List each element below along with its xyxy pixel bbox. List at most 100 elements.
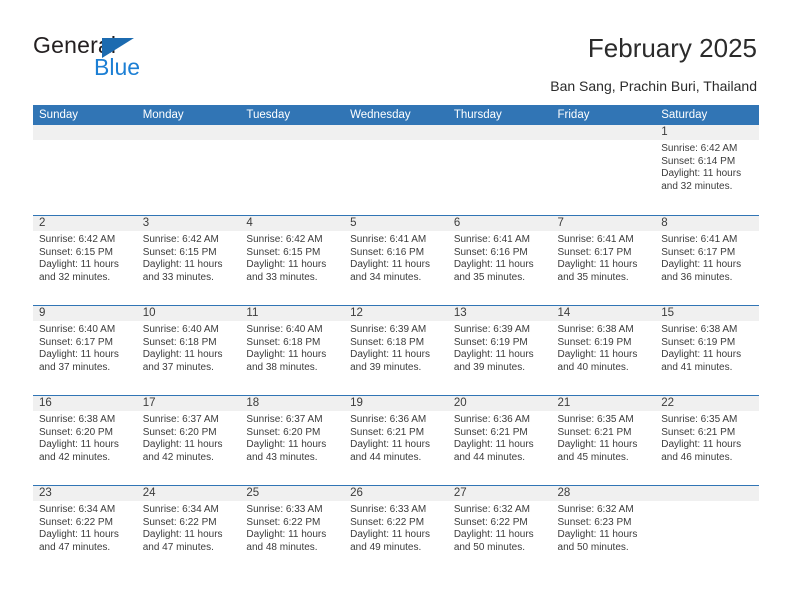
day-cell[interactable]: 26 Sunrise: 6:33 AM Sunset: 6:22 PM Dayl… <box>344 486 448 574</box>
general-blue-logo[interactable]: General Blue <box>33 32 213 80</box>
sunrise-text: Sunrise: 6:42 AM <box>246 234 323 245</box>
sunrise-text: Sunrise: 6:37 AM <box>142 414 219 425</box>
day-cell[interactable]: 3 Sunrise: 6:42 AM Sunset: 6:15 PM Dayli… <box>137 216 241 304</box>
day-number: 12 <box>350 307 363 319</box>
day-cell[interactable] <box>344 125 448 213</box>
day-details: Sunrise: 6:41 AM Sunset: 6:16 PM Dayligh… <box>350 234 448 284</box>
day-number: 8 <box>661 217 668 229</box>
sunrise-text: Sunrise: 6:40 AM <box>142 324 219 335</box>
day-cell[interactable] <box>655 486 759 574</box>
sunrise-text: Sunrise: 6:36 AM <box>350 414 427 425</box>
day-number: 18 <box>246 397 260 409</box>
day-number: 27 <box>453 487 467 499</box>
sunset-text: Sunset: 6:19 PM <box>557 336 632 348</box>
daylight-text: Daylight: 11 hours and 35 minutes. <box>453 259 534 283</box>
sunset-text: Sunset: 6:22 PM <box>142 516 217 528</box>
daylight-text: Daylight: 11 hours and 42 minutes. <box>39 439 119 463</box>
sunrise-text: Sunrise: 6:34 AM <box>142 504 219 515</box>
day-cell[interactable]: 18 Sunrise: 6:37 AM Sunset: 6:20 PM Dayl… <box>240 396 344 484</box>
day-cell[interactable]: 27 Sunrise: 6:32 AM Sunset: 6:22 PM Dayl… <box>448 486 552 574</box>
sunset-text: Sunset: 6:19 PM <box>661 336 736 348</box>
sunrise-text: Sunrise: 6:32 AM <box>557 504 634 515</box>
day-details: Sunrise: 6:32 AM Sunset: 6:22 PM Dayligh… <box>454 504 552 554</box>
sunset-text: Sunset: 6:15 PM <box>142 246 217 258</box>
daylight-text: Daylight: 11 hours and 48 minutes. <box>246 529 327 553</box>
day-cell[interactable]: 13 Sunrise: 6:39 AM Sunset: 6:19 PM Dayl… <box>448 306 552 394</box>
sunset-text: Sunset: 6:22 PM <box>453 516 528 528</box>
sunset-text: Sunset: 6:16 PM <box>350 246 425 258</box>
sunrise-text: Sunrise: 6:33 AM <box>246 504 323 515</box>
day-cell[interactable]: 4 Sunrise: 6:42 AM Sunset: 6:15 PM Dayli… <box>240 216 344 304</box>
day-cell[interactable]: 14 Sunrise: 6:38 AM Sunset: 6:19 PM Dayl… <box>552 306 656 394</box>
day-details: Sunrise: 6:42 AM Sunset: 6:14 PM Dayligh… <box>661 143 759 193</box>
sunrise-text: Sunrise: 6:42 AM <box>142 234 219 245</box>
daylight-text: Daylight: 11 hours and 39 minutes. <box>453 349 534 373</box>
day-cell[interactable]: 15 Sunrise: 6:38 AM Sunset: 6:19 PM Dayl… <box>655 306 759 394</box>
sunset-text: Sunset: 6:18 PM <box>142 336 217 348</box>
sunrise-text: Sunrise: 6:33 AM <box>350 504 427 515</box>
daylight-text: Daylight: 11 hours and 47 minutes. <box>142 529 223 553</box>
sunrise-text: Sunrise: 6:38 AM <box>39 414 116 425</box>
day-cell[interactable]: 19 Sunrise: 6:36 AM Sunset: 6:21 PM Dayl… <box>344 396 448 484</box>
day-number: 23 <box>39 487 52 499</box>
day-details: Sunrise: 6:37 AM Sunset: 6:20 PM Dayligh… <box>246 414 344 464</box>
day-cell[interactable] <box>137 125 241 213</box>
day-cell[interactable]: 22 Sunrise: 6:35 AM Sunset: 6:21 PM Dayl… <box>655 396 759 484</box>
day-cell[interactable]: 24 Sunrise: 6:34 AM Sunset: 6:22 PM Dayl… <box>137 486 241 574</box>
day-cell[interactable]: 9 Sunrise: 6:40 AM Sunset: 6:17 PM Dayli… <box>33 306 137 394</box>
sunset-text: Sunset: 6:22 PM <box>350 516 425 528</box>
daylight-text: Daylight: 11 hours and 47 minutes. <box>39 529 119 553</box>
day-details: Sunrise: 6:41 AM Sunset: 6:17 PM Dayligh… <box>558 234 656 284</box>
day-number: 25 <box>246 487 260 499</box>
daylight-text: Daylight: 11 hours and 40 minutes. <box>557 349 638 373</box>
day-details: Sunrise: 6:33 AM Sunset: 6:22 PM Dayligh… <box>246 504 344 554</box>
day-cell[interactable]: 16 Sunrise: 6:38 AM Sunset: 6:20 PM Dayl… <box>33 396 137 484</box>
day-number: 22 <box>661 397 675 409</box>
day-cell[interactable]: 1 Sunrise: 6:42 AM Sunset: 6:14 PM Dayli… <box>655 125 759 213</box>
day-cell[interactable]: 11 Sunrise: 6:40 AM Sunset: 6:18 PM Dayl… <box>240 306 344 394</box>
daylight-text: Daylight: 11 hours and 39 minutes. <box>350 349 430 373</box>
daylight-text: Daylight: 11 hours and 42 minutes. <box>142 439 223 463</box>
day-cell[interactable]: 12 Sunrise: 6:39 AM Sunset: 6:18 PM Dayl… <box>344 306 448 394</box>
day-cell[interactable]: 8 Sunrise: 6:41 AM Sunset: 6:17 PM Dayli… <box>655 216 759 304</box>
day-number <box>558 125 656 140</box>
day-details: Sunrise: 6:33 AM Sunset: 6:22 PM Dayligh… <box>350 504 448 554</box>
day-details: Sunrise: 6:38 AM Sunset: 6:19 PM Dayligh… <box>661 324 759 374</box>
sunrise-text: Sunrise: 6:38 AM <box>661 324 738 335</box>
sunset-text: Sunset: 6:15 PM <box>246 246 321 258</box>
day-cell[interactable] <box>448 125 552 213</box>
day-cell[interactable]: 20 Sunrise: 6:36 AM Sunset: 6:21 PM Dayl… <box>448 396 552 484</box>
day-details: Sunrise: 6:38 AM Sunset: 6:19 PM Dayligh… <box>558 324 656 374</box>
daylight-text: Daylight: 11 hours and 35 minutes. <box>557 259 638 283</box>
sunset-text: Sunset: 6:21 PM <box>453 426 528 438</box>
day-cell[interactable]: 10 Sunrise: 6:40 AM Sunset: 6:18 PM Dayl… <box>137 306 241 394</box>
day-cell[interactable]: 28 Sunrise: 6:32 AM Sunset: 6:23 PM Dayl… <box>552 486 656 574</box>
sunrise-text: Sunrise: 6:39 AM <box>350 324 427 335</box>
daylight-text: Daylight: 11 hours and 50 minutes. <box>557 529 638 553</box>
day-details: Sunrise: 6:40 AM Sunset: 6:18 PM Dayligh… <box>143 324 241 374</box>
day-cell[interactable] <box>240 125 344 213</box>
logo-text-blue: Blue <box>94 54 141 80</box>
day-details: Sunrise: 6:42 AM Sunset: 6:15 PM Dayligh… <box>39 234 137 284</box>
calendar-table: Sunday Monday Tuesday Wednesday Thursday… <box>33 105 759 575</box>
day-cell[interactable] <box>552 125 656 213</box>
day-cell[interactable] <box>33 125 137 213</box>
day-number: 11 <box>246 307 259 319</box>
day-cell[interactable]: 7 Sunrise: 6:41 AM Sunset: 6:17 PM Dayli… <box>552 216 656 304</box>
day-cell[interactable]: 5 Sunrise: 6:41 AM Sunset: 6:16 PM Dayli… <box>344 216 448 304</box>
day-cell[interactable]: 23 Sunrise: 6:34 AM Sunset: 6:22 PM Dayl… <box>33 486 137 574</box>
day-number: 1 <box>661 126 668 138</box>
day-cell[interactable]: 6 Sunrise: 6:41 AM Sunset: 6:16 PM Dayli… <box>448 216 552 304</box>
day-cell[interactable]: 2 Sunrise: 6:42 AM Sunset: 6:15 PM Dayli… <box>33 216 137 304</box>
sunrise-text: Sunrise: 6:42 AM <box>661 143 738 154</box>
sunrise-text: Sunrise: 6:40 AM <box>246 324 323 335</box>
day-number: 6 <box>453 217 461 229</box>
day-cell[interactable]: 25 Sunrise: 6:33 AM Sunset: 6:22 PM Dayl… <box>240 486 344 574</box>
day-number <box>661 486 759 501</box>
daylight-text: Daylight: 11 hours and 37 minutes. <box>39 349 119 373</box>
daylight-text: Daylight: 11 hours and 44 minutes. <box>453 439 534 463</box>
day-cell[interactable]: 17 Sunrise: 6:37 AM Sunset: 6:20 PM Dayl… <box>137 396 241 484</box>
day-cell[interactable]: 21 Sunrise: 6:35 AM Sunset: 6:21 PM Dayl… <box>552 396 656 484</box>
day-number: 21 <box>557 397 571 409</box>
sunrise-text: Sunrise: 6:41 AM <box>661 234 738 245</box>
